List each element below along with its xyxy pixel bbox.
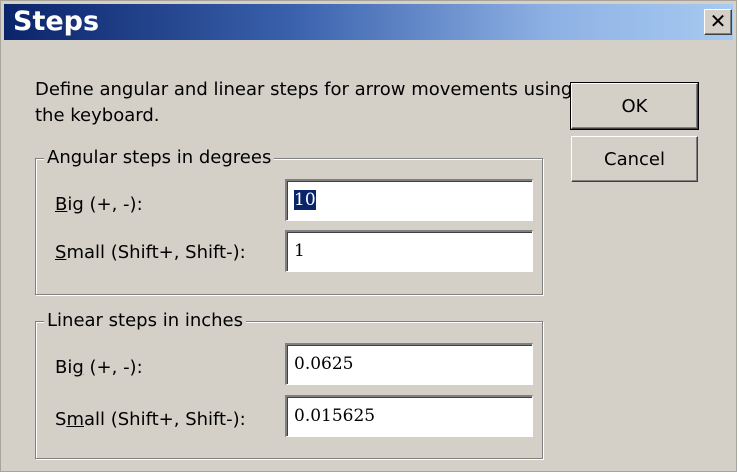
angular-big-value: 10 (294, 190, 316, 210)
linear-small-label: Small (Shift+, Shift-): (55, 409, 246, 430)
linear-group-title: Linear steps in inches (44, 309, 246, 333)
angular-big-accelerator: B (55, 194, 68, 215)
cancel-button-label: Cancel (604, 148, 665, 170)
close-icon: ✕ (709, 9, 727, 33)
linear-small-input[interactable]: 0.015625 (285, 395, 533, 437)
angular-group-title: Angular steps in degrees (44, 146, 275, 170)
ok-button[interactable]: OK (570, 82, 699, 130)
angular-small-label: Small (Shift+, Shift-): (55, 242, 246, 263)
angular-steps-group: Angular steps in degrees Big (+, -): 10 … (35, 146, 543, 295)
linear-big-label: Big (+, -): (55, 357, 143, 378)
linear-big-accelerator: g (72, 357, 84, 378)
steps-dialog: Steps ✕ Define angular and linear steps … (0, 0, 737, 472)
linear-big-input[interactable]: 0.0625 (285, 343, 533, 385)
linear-small-value: 0.015625 (294, 406, 376, 426)
title-bar[interactable]: Steps ✕ (4, 4, 733, 40)
cancel-button[interactable]: Cancel (571, 136, 698, 182)
angular-small-accelerator: S (55, 242, 67, 263)
angular-big-label: Big (+, -): (55, 194, 143, 215)
linear-big-value: 0.0625 (294, 354, 354, 374)
linear-small-accelerator: m (66, 409, 84, 430)
close-button[interactable]: ✕ (704, 9, 732, 35)
angular-big-input[interactable]: 10 (285, 179, 533, 221)
angular-small-input[interactable]: 1 (285, 230, 533, 272)
angular-small-value: 1 (294, 241, 305, 261)
dialog-description: Define angular and linear steps for arro… (35, 79, 573, 126)
linear-steps-group: Linear steps in inches Big (+, -): 0.062… (35, 309, 543, 459)
dialog-title: Steps (13, 6, 100, 37)
ok-button-label: OK (621, 95, 648, 117)
